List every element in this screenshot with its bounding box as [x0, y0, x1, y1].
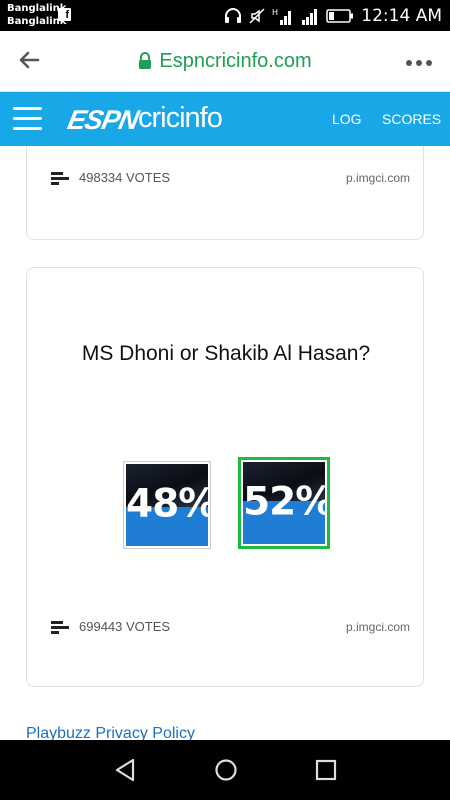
cricinfo-logo[interactable]: cricinfo — [138, 102, 223, 135]
bars-chart-icon — [51, 172, 69, 185]
signal-icon-2 — [302, 9, 318, 25]
poll-card-previous: 498334 VOTES p.imgci.com — [26, 146, 424, 240]
vote-count: 498334 VOTES — [79, 170, 171, 185]
url-display[interactable]: Espncricinfo.com — [0, 50, 450, 73]
browser-url-bar: Espncricinfo.com — [0, 31, 450, 92]
site-header: ESPN cricinfo LOG SCORES — [0, 92, 450, 146]
nav-home-icon[interactable] — [214, 758, 238, 782]
headphones-icon — [225, 8, 242, 23]
bars-chart-icon — [51, 621, 69, 634]
url-text: Espncricinfo.com — [159, 50, 312, 72]
facebook-icon: f — [58, 8, 71, 21]
nav-recents-icon[interactable] — [315, 758, 337, 782]
status-icons: H 12:14 AM — [224, 5, 442, 27]
mute-icon — [249, 8, 265, 24]
page-content: 498334 VOTES p.imgci.com MS Dhoni or Sha… — [0, 146, 450, 740]
nav-log-link[interactable]: LOG — [332, 111, 362, 127]
menu-icon[interactable] — [13, 107, 42, 131]
signal-icon: H — [272, 8, 292, 25]
espn-logo[interactable]: ESPN — [65, 105, 141, 136]
poll-card: MS Dhoni or Shakib Al Hasan? 48% 52% 699… — [26, 267, 424, 687]
option-percent: 52% — [243, 479, 325, 525]
lock-icon — [139, 52, 152, 69]
status-bar: Banglalink Banglalink f H 12:14 AM — [0, 0, 450, 31]
nav-scores-link[interactable]: SCORES — [382, 111, 441, 127]
clock: 12:14 AM — [361, 6, 442, 26]
option-percent: 48% — [126, 481, 208, 527]
svg-text:H: H — [272, 8, 278, 17]
vote-count: 699443 VOTES — [79, 619, 171, 634]
poll-question: MS Dhoni or Shakib Al Hasan? — [81, 342, 371, 365]
image-source: p.imgci.com — [345, 620, 410, 634]
poll-option-shakib[interactable]: 52% — [238, 457, 330, 549]
poll-votes-row: 498334 VOTES p.imgci.com — [51, 169, 410, 189]
system-nav-bar — [0, 740, 450, 800]
nav-back-icon[interactable] — [114, 758, 136, 782]
battery-icon — [326, 9, 354, 23]
more-icon[interactable] — [405, 59, 433, 67]
privacy-policy-link[interactable]: Playbuzz Privacy Policy — [26, 725, 195, 740]
poll-votes-row: 699443 VOTES p.imgci.com — [51, 618, 410, 638]
poll-option-dhoni[interactable]: 48% — [123, 461, 211, 549]
image-source: p.imgci.com — [345, 171, 410, 185]
